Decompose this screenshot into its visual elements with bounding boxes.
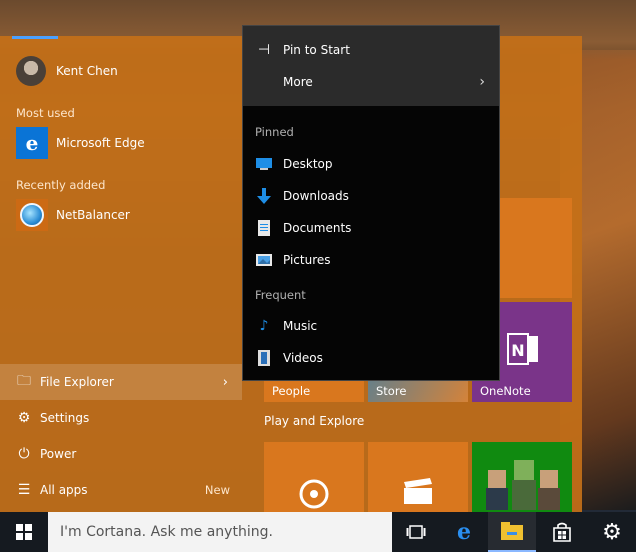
settings-label: Settings [40,411,90,425]
settings-taskbar-button[interactable]: ⚙ [588,512,636,552]
taskbar: I'm Cortana. Ask me anything. e ⚙ [0,512,636,552]
new-badge: New [204,483,230,497]
pin-icon: ⊣ [257,42,271,58]
pinned-item-documents[interactable]: Documents [243,212,499,244]
shopping-bag-icon [553,522,571,542]
tile-xbox[interactable] [472,442,572,512]
windows-logo-icon [16,524,32,540]
frequent-item-music[interactable]: ♪ Music [243,310,499,342]
recently-added-heading: Recently added [16,178,106,192]
edge-taskbar-button[interactable]: e [440,512,488,552]
most-used-heading: Most used [16,106,75,120]
store-taskbar-button[interactable] [538,512,586,552]
tile-label-people: People [272,384,311,398]
download-arrow-icon [255,187,273,205]
pinned-item-pictures[interactable]: Pictures [243,244,499,276]
document-icon [255,219,273,237]
folder-icon [501,522,523,540]
frequent-heading: Frequent [255,288,306,302]
xbox-avatars-icon [486,460,560,510]
tile-label-onenote: OneNote [480,384,531,398]
edge-icon: e [16,127,48,159]
user-account[interactable]: Kent Chen [16,56,118,86]
app-netbalancer[interactable]: NetBalancer [16,199,130,231]
pinned-item-label: Desktop [283,157,333,171]
play-and-explore-heading: Play and Explore [264,414,365,428]
pictures-icon [255,251,273,269]
cortana-placeholder: I'm Cortana. Ask me anything. [60,524,273,540]
pin-to-start-label: Pin to Start [283,43,350,57]
list-icon: ☰ [17,482,31,498]
power-icon: ⏻ [18,446,30,462]
start-left-column: Kent Chen Most used e Microsoft Edge Rec… [0,36,242,512]
folder-icon: 🗀 [17,373,31,389]
tile-movies-tv[interactable] [368,442,468,512]
app-microsoft-edge[interactable]: e Microsoft Edge [16,127,145,159]
avatar [16,56,46,86]
pinned-item-label: Pictures [283,253,331,267]
task-view-button[interactable] [392,512,440,552]
chevron-right-icon[interactable]: › [223,375,228,390]
file-explorer-jump-list: ⊣ Pin to Start More › Pinned Desktop Dow… [242,25,500,381]
app-label: Microsoft Edge [56,136,145,150]
cortana-search-box[interactable]: I'm Cortana. Ask me anything. [48,512,392,552]
settings-button[interactable]: ⚙ Settings [0,400,242,436]
user-name: Kent Chen [56,64,118,78]
gear-icon: ⚙ [17,410,31,426]
pinned-item-label: Downloads [283,189,349,203]
pinned-item-downloads[interactable]: Downloads [243,180,499,212]
film-strip-icon [255,349,273,367]
tile-groove-music[interactable] [264,442,364,512]
pin-to-start-item[interactable]: ⊣ Pin to Start [243,34,499,66]
all-apps-label: All apps [40,483,88,497]
chevron-right-icon: › [479,74,485,90]
file-explorer-label: File Explorer [40,375,114,389]
file-explorer-button[interactable]: 🗀 File Explorer › [0,364,242,400]
edge-icon: e [457,519,471,545]
pinned-heading: Pinned [255,125,294,139]
gear-icon: ⚙ [602,519,622,545]
power-button[interactable]: ⏻ Power [0,436,242,472]
desktop-icon [255,155,273,173]
more-label: More [283,75,313,89]
power-label: Power [40,447,77,461]
frequent-item-label: Music [283,319,318,333]
pinned-item-desktop[interactable]: Desktop [243,148,499,180]
clapperboard-icon [404,478,432,504]
music-note-icon: ♪ [259,318,269,334]
app-label: NetBalancer [56,208,130,222]
more-item[interactable]: More › [243,66,499,98]
frequent-item-label: Videos [283,351,323,365]
task-view-icon [406,525,426,539]
tile-label-store: Store [376,384,407,398]
svg-text:N: N [511,341,524,360]
frequent-item-videos[interactable]: Videos [243,342,499,374]
onenote-icon: N [507,333,538,365]
all-apps-button[interactable]: ☰ All apps New [0,472,242,508]
pinned-item-label: Documents [283,221,352,235]
netbalancer-icon [16,199,48,231]
groove-music-icon [299,479,329,509]
file-explorer-taskbar-button[interactable] [488,512,536,552]
start-button[interactable] [0,512,48,552]
